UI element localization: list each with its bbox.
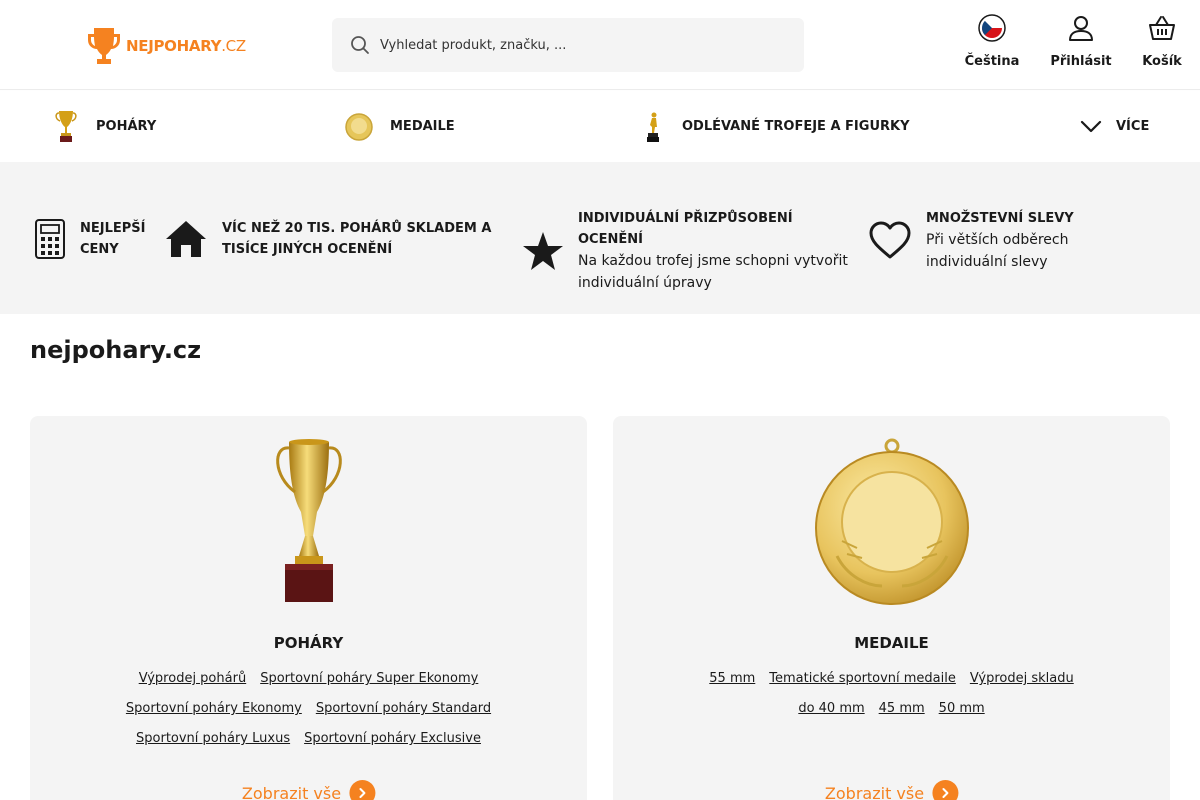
language-label: Čeština bbox=[964, 54, 1020, 69]
show-all-link[interactable]: Zobrazit vše bbox=[824, 780, 959, 800]
search-input[interactable] bbox=[380, 18, 780, 72]
subcategory-link[interactable]: Sportovní poháry Standard bbox=[316, 698, 491, 720]
subcategory-link[interactable]: 55 mm bbox=[709, 668, 755, 690]
subcategory-link[interactable]: 45 mm bbox=[879, 698, 925, 720]
category-nav: POHÁRY MEDAILE ODLÉVANÉ TROFEJE A FIGURK… bbox=[0, 91, 1200, 162]
login-label: Přihlásit bbox=[1050, 54, 1112, 69]
benefit-stock: VÍC NEŽ 20 TIS. POHÁRŮ SKLADEM A TISÍCE … bbox=[164, 218, 492, 260]
subcategory-link[interactable]: Výprodej pohárů bbox=[139, 668, 247, 690]
subcategory-link[interactable]: Sportovní poháry Luxus bbox=[136, 728, 290, 750]
category-title: MEDAILE bbox=[854, 634, 929, 652]
medal-thumb-icon bbox=[345, 112, 373, 141]
chevron-down-icon bbox=[1080, 120, 1102, 132]
nav-label: MEDAILE bbox=[390, 119, 455, 134]
basket-icon bbox=[1149, 16, 1175, 40]
chevron-right-icon bbox=[932, 780, 959, 800]
benefit-custom: INDIVIDUÁLNÍ PŘIZPŮSOBENÍ OCENĚNÍ Na kaž… bbox=[522, 208, 858, 294]
subcategory-link[interactable]: Sportovní poháry Ekonomy bbox=[126, 698, 302, 720]
subcategory-link[interactable]: Sportovní poháry Exclusive bbox=[304, 728, 481, 750]
subcategory-link[interactable]: Sportovní poháry Super Ekonomy bbox=[260, 668, 478, 690]
category-card-medaile: MEDAILE 55 mm Tematické sportovní medail… bbox=[613, 416, 1170, 800]
subcategory-link[interactable]: 50 mm bbox=[939, 698, 985, 720]
login-button[interactable]: Přihlásit bbox=[1050, 14, 1112, 69]
heart-icon bbox=[869, 221, 911, 258]
benefit-title: VÍC NEŽ 20 TIS. POHÁRŮ SKLADEM A TISÍCE … bbox=[222, 221, 492, 257]
benefits-strip: NEJLEPŠÍ CENY VÍC NEŽ 20 TIS. POHÁRŮ SKL… bbox=[0, 162, 1200, 314]
nav-item-trofeje[interactable]: ODLÉVANÉ TROFEJE A FIGURKY bbox=[640, 91, 910, 162]
nav-more-button[interactable]: VÍCE bbox=[1080, 91, 1149, 162]
show-all-link[interactable]: Zobrazit vše bbox=[241, 780, 376, 800]
nav-label: ODLÉVANÉ TROFEJE A FIGURKY bbox=[682, 119, 910, 134]
star-icon bbox=[523, 232, 563, 270]
subcategory-link[interactable]: Výprodej skladu bbox=[970, 668, 1074, 690]
benefit-title: INDIVIDUÁLNÍ PŘIZPŮSOBENÍ OCENĚNÍ bbox=[578, 211, 793, 247]
trophy-logo-icon bbox=[88, 28, 120, 64]
medal-product-image[interactable] bbox=[807, 436, 977, 606]
trophy-product-image[interactable] bbox=[267, 436, 351, 606]
house-icon bbox=[166, 221, 206, 257]
subcategory-links: Výprodej pohárů Sportovní poháry Super E… bbox=[90, 668, 527, 750]
figurine-thumb-icon bbox=[647, 112, 659, 142]
benefit-title: NEJLEPŠÍ CENY bbox=[80, 221, 146, 257]
calculator-icon bbox=[35, 219, 65, 259]
category-card-pohary: POHÁRY Výprodej pohárů Sportovní poháry … bbox=[30, 416, 587, 800]
subcategory-links: 55 mm Tematické sportovní medaile Výprod… bbox=[673, 668, 1110, 720]
benefit-title: MNOŽSTEVNÍ SLEVY bbox=[926, 211, 1074, 226]
subcategory-link[interactable]: do 40 mm bbox=[798, 698, 864, 720]
user-icon bbox=[1069, 16, 1093, 41]
subcategory-link[interactable]: Tematické sportovní medaile bbox=[769, 668, 956, 690]
cart-label: Košík bbox=[1142, 54, 1182, 69]
language-selector[interactable]: Čeština bbox=[962, 14, 1022, 69]
search-icon[interactable] bbox=[350, 35, 370, 55]
benefit-desc: Při větších odběrech individuální slevy bbox=[926, 232, 1069, 270]
czech-flag-icon bbox=[978, 14, 1006, 42]
page-title: nejpohary.cz bbox=[30, 336, 202, 364]
benefit-prices: NEJLEPŠÍ CENY bbox=[34, 218, 150, 260]
show-all-label: Zobrazit vše bbox=[241, 783, 342, 800]
nav-item-medaile[interactable]: MEDAILE bbox=[344, 91, 455, 162]
benefit-discounts: MNOŽSTEVNÍ SLEVY Při větších odběrech in… bbox=[868, 208, 1126, 273]
nav-label: POHÁRY bbox=[96, 119, 157, 134]
site-logo[interactable]: NEJPOHARY.CZ bbox=[86, 26, 246, 66]
trophy-thumb-icon bbox=[55, 110, 77, 142]
chevron-right-icon bbox=[349, 780, 376, 800]
logo-text: NEJPOHARY.CZ bbox=[126, 37, 246, 55]
show-all-label: Zobrazit vše bbox=[824, 783, 925, 800]
cart-button[interactable]: Košík bbox=[1140, 14, 1184, 69]
nav-more-label: VÍCE bbox=[1116, 119, 1150, 134]
search-bar bbox=[332, 18, 804, 72]
nav-item-pohary[interactable]: POHÁRY bbox=[52, 91, 156, 162]
benefit-desc: Na každou trofej jsme schopni vytvořit i… bbox=[578, 253, 848, 291]
site-header: NEJPOHARY.CZ Čeština Přihlásit bbox=[0, 0, 1200, 90]
category-title: POHÁRY bbox=[273, 634, 344, 652]
